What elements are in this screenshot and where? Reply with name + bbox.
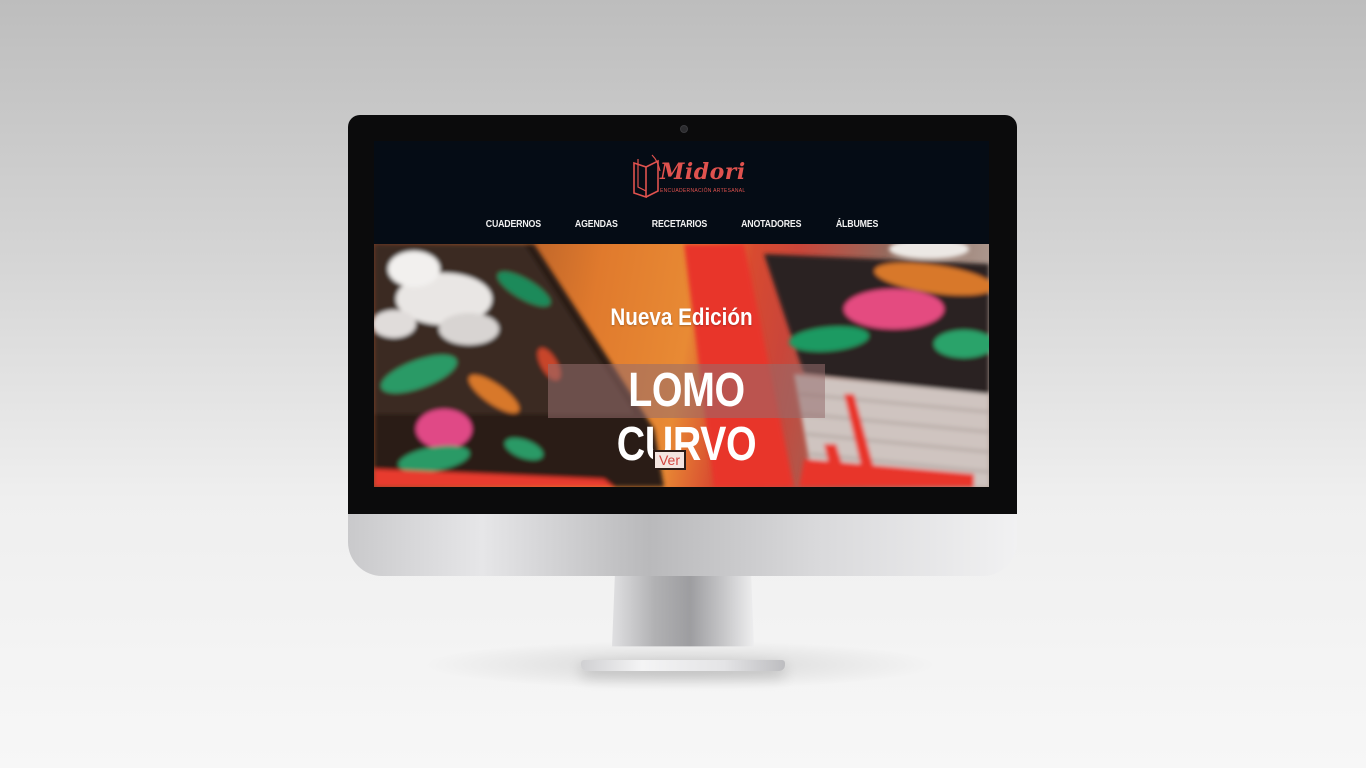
nav-item-anotadores[interactable]: ANOTADORES [741, 219, 801, 230]
monitor-stand-foot [581, 660, 785, 671]
hero-title-box: LOMO CURVO [548, 364, 825, 471]
ver-button[interactable]: Ver [653, 450, 686, 470]
site-header: Midori ENCUADERNACIÓN ARTESANAL CUADERNO… [374, 141, 989, 244]
hero-title: LOMO CURVO [616, 364, 757, 471]
logo-tagline: ENCUADERNACIÓN ARTESANAL [660, 188, 746, 194]
logo-wordmark: Midori [660, 159, 746, 185]
hero-subtitle: Nueva Edición [610, 304, 753, 331]
nav-item-albumes[interactable]: ÁLBUMES [836, 219, 878, 230]
site-logo[interactable]: Midori ENCUADERNACIÓN ARTESANAL [630, 153, 745, 199]
camera-icon [680, 125, 688, 133]
open-book-icon [633, 154, 661, 199]
nav-item-cuadernos[interactable]: CUADERNOS [486, 219, 541, 230]
hero-banner: Nueva Edición LOMO CURVO Ver [374, 244, 989, 487]
website-screen: Midori ENCUADERNACIÓN ARTESANAL CUADERNO… [374, 141, 989, 487]
main-nav: CUADERNOS AGENDAS RECETARIOS ANOTADORES … [374, 219, 989, 230]
nav-item-agendas[interactable]: AGENDAS [575, 219, 618, 230]
monitor-chin [348, 514, 1017, 576]
nav-item-recetarios[interactable]: RECETARIOS [651, 219, 706, 230]
